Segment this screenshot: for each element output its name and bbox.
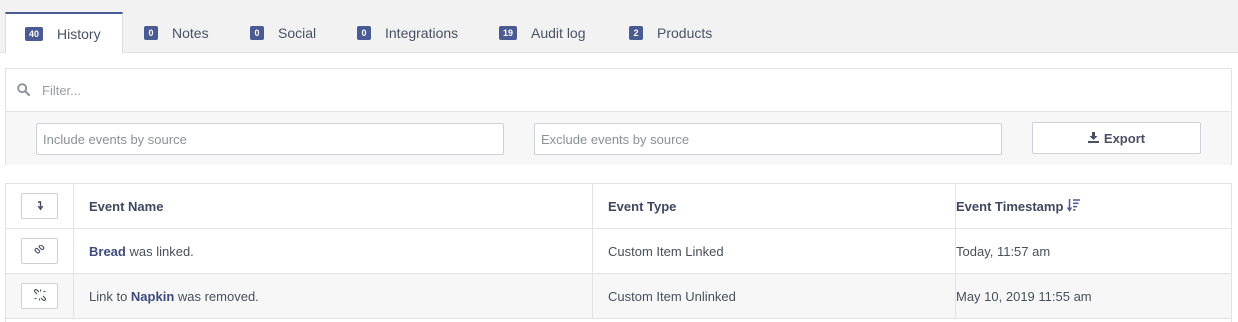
tab-history[interactable]: 40 History: [5, 12, 123, 54]
events-table: Event Name Event Type Event Timestamp Br…: [5, 183, 1232, 322]
tab-label: History: [57, 25, 101, 42]
link-icon: [34, 244, 45, 259]
unlink-icon: [33, 288, 46, 304]
export-label: Export: [1103, 130, 1146, 146]
tab-count-badge: 0: [144, 25, 158, 40]
tab-integrations[interactable]: 0 Integrations: [357, 12, 458, 53]
tab-count-badge: 40: [25, 26, 44, 41]
tab-products[interactable]: 2 Products: [629, 12, 712, 53]
row-expand-button[interactable]: [21, 283, 58, 309]
filter-panel: Export: [5, 68, 1232, 165]
event-name-text: was removed.: [174, 288, 259, 304]
table-row: Bread was linked. Custom Item Linked Tod…: [6, 229, 1231, 274]
event-name-cell: Bread was linked.: [74, 229, 593, 273]
tab-notes[interactable]: 0 Notes: [144, 12, 209, 53]
event-item-link[interactable]: Napkin: [131, 289, 174, 304]
event-type-cell: Custom Item Linked: [593, 229, 956, 273]
row-expand-button[interactable]: [21, 238, 58, 264]
event-name-cell: Link to Napkin was removed.: [74, 274, 593, 318]
column-header-label: Event Timestamp: [956, 198, 1064, 214]
download-icon: [1087, 131, 1104, 146]
row-icon-cell: [6, 229, 74, 273]
tab-count-badge: 19: [499, 25, 518, 40]
event-name-text: was linked.: [125, 243, 194, 259]
exclude-source-input[interactable]: [534, 123, 1002, 155]
tab-count-badge: 0: [250, 25, 264, 40]
include-source-input[interactable]: [36, 123, 504, 155]
event-timestamp-cell: May 10, 2019 11:55 am: [956, 288, 1092, 304]
row-icon-cell: [6, 274, 74, 318]
tab-count-badge: 2: [629, 25, 643, 40]
sort-descending-icon[interactable]: [1067, 198, 1081, 215]
tab-bar: 40 History 0 Notes 0 Social 0 Integratio…: [0, 0, 1238, 54]
table-row: Link to Napkin was removed. Custom Item …: [6, 274, 1231, 319]
tab-social[interactable]: 0 Social: [250, 12, 316, 53]
event-type-cell: Custom Item Unlinked: [593, 274, 956, 318]
tab-label: Social: [278, 24, 317, 41]
tab-label: Products: [657, 24, 713, 41]
tab-label: Audit log: [531, 24, 586, 41]
filter-row: [6, 69, 1231, 112]
tab-label: Notes: [172, 24, 209, 41]
column-header-event-timestamp[interactable]: Event Timestamp: [956, 184, 1233, 228]
column-header-event-type[interactable]: Event Type: [593, 184, 956, 228]
tab-audit-log[interactable]: 19 Audit log: [499, 12, 586, 53]
tab-label: Integrations: [385, 24, 459, 41]
expand-column-header: [6, 184, 74, 228]
event-item-link[interactable]: Bread: [89, 244, 126, 259]
export-button[interactable]: Export: [1032, 122, 1201, 154]
filter-input[interactable]: [42, 77, 942, 103]
search-icon: [17, 83, 31, 97]
event-name-prefix: Link to: [89, 288, 131, 304]
tab-count-badge: 0: [357, 25, 371, 40]
source-filter-row: Export: [6, 112, 1231, 165]
event-timestamp-cell: Today, 11:57 am: [956, 243, 1051, 259]
arrow-down-right-icon: [35, 199, 45, 214]
expand-all-button[interactable]: [21, 193, 58, 219]
column-header-event-name[interactable]: Event Name: [74, 184, 593, 228]
table-header-row: Event Name Event Type Event Timestamp: [6, 184, 1231, 229]
